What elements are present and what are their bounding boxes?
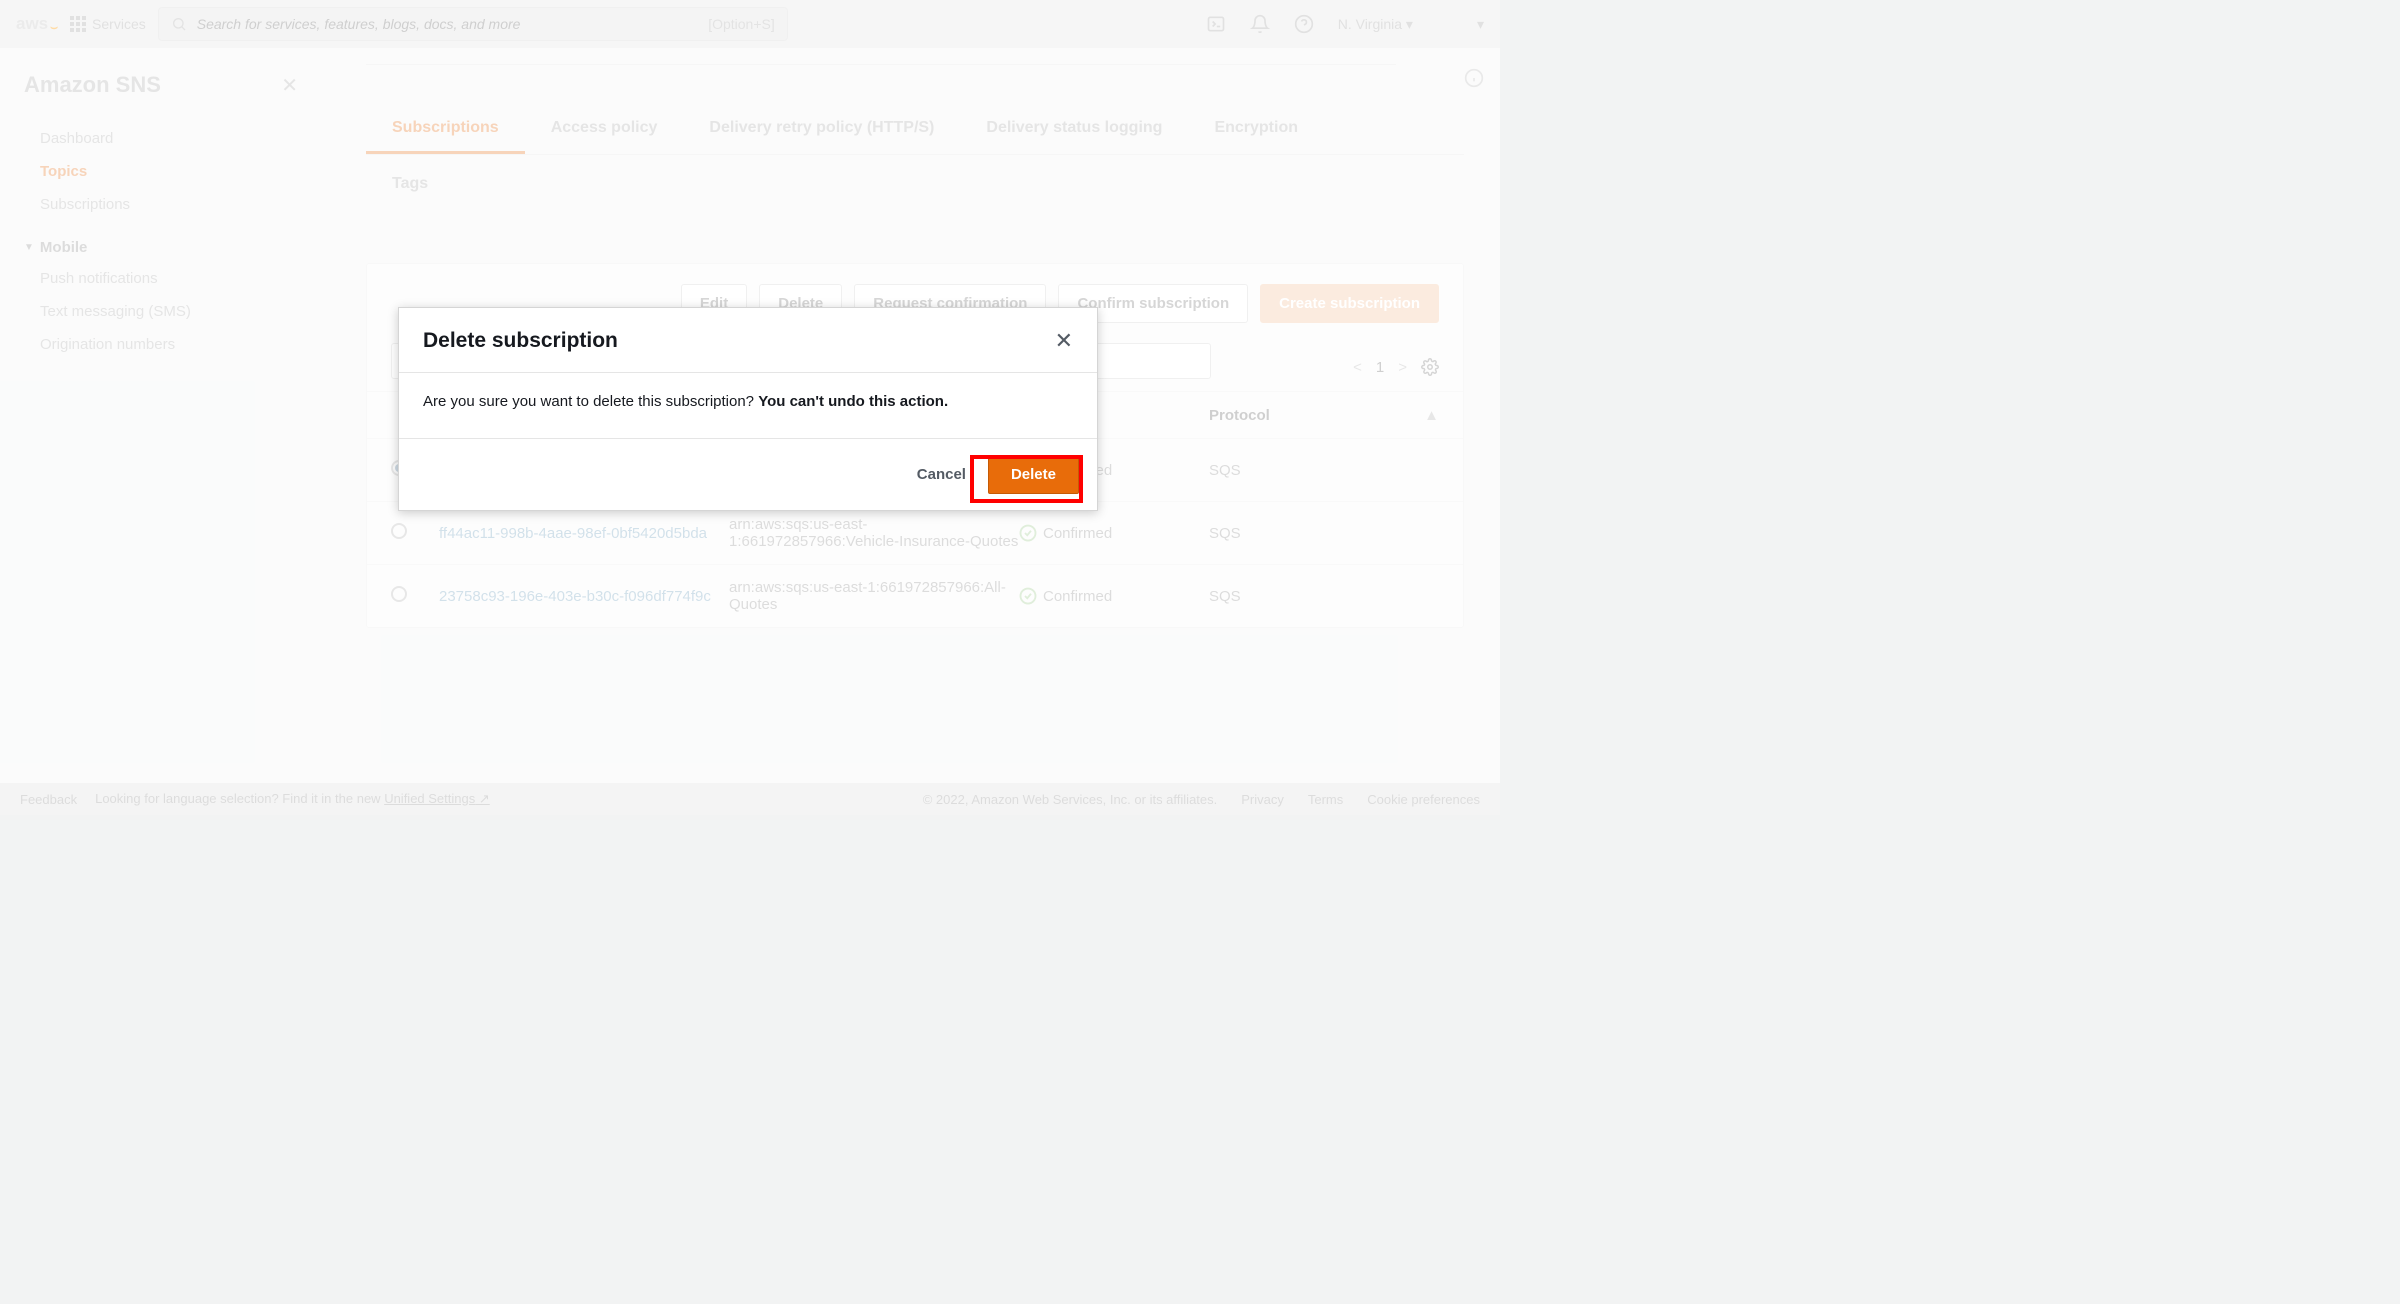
modal-message: Are you sure you want to delete this sub… [423,393,758,410]
modal-title: Delete subscription [423,329,618,353]
cancel-button[interactable]: Cancel [909,456,974,493]
delete-subscription-modal: Delete subscription ✕ Are you sure you w… [398,307,1098,511]
close-icon[interactable]: ✕ [1055,328,1073,354]
modal-footer: Cancel Delete [399,439,1097,510]
modal-message-bold: You can't undo this action. [758,393,948,410]
confirm-delete-button[interactable]: Delete [988,455,1079,494]
modal-header: Delete subscription ✕ [399,308,1097,373]
modal-body: Are you sure you want to delete this sub… [399,373,1097,439]
